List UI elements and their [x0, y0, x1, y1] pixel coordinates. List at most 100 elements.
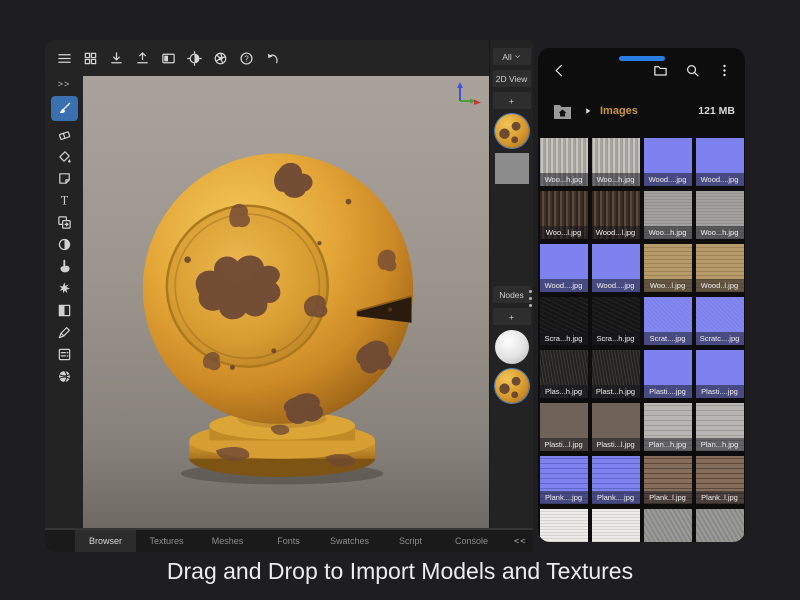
file-browser-window: Images 121 MB Woo...h.jpgWoo...h.jpgWood… — [538, 48, 745, 542]
brush-thumbnail-selected[interactable] — [495, 369, 529, 403]
undo-icon[interactable] — [263, 49, 281, 67]
material-tool-icon[interactable] — [51, 366, 78, 387]
brush-tool-icon[interactable] — [51, 96, 78, 121]
tab-textures[interactable]: Textures — [136, 530, 197, 552]
texture-tile[interactable]: Wood....jpg — [696, 138, 744, 186]
add-material-button[interactable]: + — [493, 92, 531, 109]
export-icon[interactable] — [133, 49, 151, 67]
layer-thumbnail[interactable] — [495, 153, 529, 184]
chevron-down-icon — [514, 52, 521, 62]
texture-tile[interactable] — [644, 509, 692, 542]
bake-tool-icon[interactable] — [51, 344, 78, 365]
blur-tool-icon[interactable] — [51, 234, 78, 255]
folder-size-label: 121 MB — [698, 105, 735, 117]
tab-fonts[interactable]: Fonts — [258, 530, 319, 552]
texture-tile[interactable]: Plasti...l.jpg — [540, 403, 588, 451]
texture-tile[interactable]: Plas...h.jpg — [540, 350, 588, 398]
texture-tile[interactable]: Woo...h.jpg — [644, 191, 692, 239]
expand-sidebar-button[interactable]: >> — [58, 79, 71, 89]
tab-browser[interactable]: Browser — [75, 530, 136, 552]
texture-tile-label: Woo...l.jpg — [644, 279, 692, 292]
texture-tile[interactable]: Plank....jpg — [540, 456, 588, 504]
texture-tile-label: Scratc....jpg — [696, 332, 744, 345]
menu-icon[interactable] — [55, 49, 73, 67]
decal-tool-icon[interactable] — [51, 168, 78, 189]
screenshot-stage: ? >> T — [0, 0, 800, 600]
texture-tile[interactable]: Woo...h.jpg — [592, 138, 640, 186]
picker-tool-icon[interactable] — [51, 322, 78, 343]
svg-text:T: T — [60, 194, 68, 208]
filter-dropdown[interactable]: All — [493, 48, 531, 65]
collapse-panel-button[interactable]: << — [502, 530, 533, 552]
theme-icon[interactable] — [185, 49, 203, 67]
fill-tool-icon[interactable] — [51, 146, 78, 167]
search-icon[interactable] — [683, 61, 701, 79]
texture-tile[interactable]: Plast...h.jpg — [592, 350, 640, 398]
texture-tile[interactable] — [696, 509, 744, 542]
colorid-tool-icon[interactable] — [51, 300, 78, 321]
texture-tile[interactable]: Plasti...l.jpg — [592, 403, 640, 451]
tool-list: T — [51, 94, 78, 387]
text-tool-icon[interactable]: T — [51, 190, 78, 211]
brush-thumbnail-white[interactable] — [495, 330, 529, 364]
material-thumbnail-selected[interactable] — [495, 114, 529, 148]
texture-tile[interactable]: Woo...l.jpg — [540, 191, 588, 239]
caption-text: Drag and Drop to Import Models and Textu… — [0, 558, 800, 585]
texture-tile[interactable]: Woo...h.jpg — [540, 138, 588, 186]
texture-tile-label: Plank..l.jpg — [644, 491, 692, 504]
back-icon[interactable] — [550, 61, 568, 79]
texture-tile[interactable]: Wood..l.jpg — [696, 244, 744, 292]
paint-app-window: ? >> T — [45, 40, 533, 552]
tab-script[interactable]: Script — [380, 530, 441, 552]
texture-tile[interactable]: Wood....jpg — [592, 244, 640, 292]
texture-tile[interactable]: Plasti....jpg — [644, 350, 692, 398]
view-2d-button[interactable]: 2D View — [493, 70, 531, 87]
texture-tile[interactable]: Plasti....jpg — [696, 350, 744, 398]
breadcrumb[interactable]: Images — [600, 105, 638, 117]
texture-tile[interactable]: Plank..l.jpg — [644, 456, 692, 504]
texture-tile-label: Woo...h.jpg — [644, 226, 692, 239]
texture-tile-label: Plan...h.jpg — [644, 438, 692, 451]
import-icon[interactable] — [107, 49, 125, 67]
texture-tile-label: Woo...h.jpg — [540, 173, 588, 186]
texture-tile[interactable]: Plank....jpg — [592, 456, 640, 504]
texture-tile[interactable] — [592, 509, 640, 542]
help-icon[interactable]: ? — [237, 49, 255, 67]
eraser-tool-icon[interactable] — [51, 124, 78, 145]
tab-console[interactable]: Console — [441, 530, 502, 552]
texture-tile[interactable]: Plan...h.jpg — [696, 403, 744, 451]
tab-swatches[interactable]: Swatches — [319, 530, 380, 552]
texture-tile-label: Woo...h.jpg — [696, 226, 744, 239]
texture-tile[interactable]: Scrat....jpg — [644, 297, 692, 345]
viewport-3d[interactable] — [83, 76, 489, 528]
texture-tile[interactable]: Wood....jpg — [644, 138, 692, 186]
axis-gizmo[interactable] — [449, 80, 481, 110]
display-icon[interactable] — [159, 49, 177, 67]
clone-tool-icon[interactable] — [51, 212, 78, 233]
smudge-tool-icon[interactable] — [51, 256, 78, 277]
texture-tile-label: Scrat....jpg — [644, 332, 692, 345]
tab-meshes[interactable]: Meshes — [197, 530, 258, 552]
home-folder-icon[interactable] — [548, 99, 576, 123]
texture-tile[interactable]: Scratc....jpg — [696, 297, 744, 345]
particle-tool-icon[interactable] — [51, 278, 78, 299]
grid-icon[interactable] — [81, 49, 99, 67]
camera-icon[interactable] — [211, 49, 229, 67]
texture-tile[interactable]: Plan...h.jpg — [644, 403, 692, 451]
texture-tile[interactable]: Plank..l.jpg — [696, 456, 744, 504]
kebab-menu-icon[interactable] — [715, 61, 733, 79]
right-sidebar: All 2D View + Nodes + — [489, 40, 533, 528]
texture-tile[interactable]: Wood....jpg — [540, 244, 588, 292]
panel-drag-handle[interactable] — [529, 290, 532, 307]
texture-tile[interactable]: Woo...l.jpg — [644, 244, 692, 292]
folder-icon[interactable] — [651, 61, 669, 79]
texture-tile[interactable]: Woo...h.jpg — [696, 191, 744, 239]
texture-tile-label: Wood..l.jpg — [696, 279, 744, 292]
add-brush-button[interactable]: + — [493, 308, 531, 325]
texture-tile[interactable]: Scra...h.jpg — [540, 297, 588, 345]
storage-progress-bar — [619, 56, 665, 61]
texture-tile[interactable]: Wood...l.jpg — [592, 191, 640, 239]
texture-tile[interactable]: Scra...h.jpg — [592, 297, 640, 345]
texture-tile[interactable] — [540, 509, 588, 542]
nodes-button[interactable]: Nodes — [493, 286, 531, 303]
